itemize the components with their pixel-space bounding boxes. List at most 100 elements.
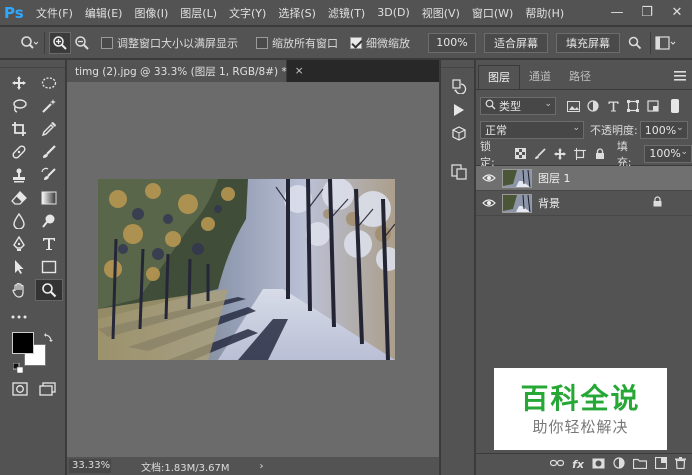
foreground-color-swatch[interactable]: [12, 332, 34, 354]
adjustment-layer-icon[interactable]: [613, 457, 625, 472]
fit-screen-button[interactable]: 适合屏幕: [484, 32, 548, 53]
lock-transparent-icon[interactable]: [512, 145, 530, 163]
minimize-button[interactable]: —: [602, 0, 632, 24]
chevron-down-icon: ⌄: [676, 123, 684, 133]
zoom-level-field[interactable]: 33.33%: [69, 459, 111, 473]
panel-grip[interactable]: [0, 60, 65, 68]
canvas-image[interactable]: [98, 179, 395, 360]
zoom-in-icon[interactable]: [49, 31, 71, 54]
elliptical-marquee-icon[interactable]: [35, 72, 63, 94]
lock-position-icon[interactable]: [551, 145, 569, 163]
eyedropper-icon[interactable]: [35, 118, 63, 140]
layer-row-layer1[interactable]: 图层 1: [476, 166, 692, 191]
link-layers-icon[interactable]: [550, 458, 565, 471]
resize-windows-checkbox[interactable]: 调整窗口大小以满屏显示: [101, 35, 238, 51]
menu-3d[interactable]: 3D(D): [371, 6, 416, 19]
clone-stamp-icon[interactable]: [5, 164, 33, 186]
3d-panel-icon[interactable]: [441, 122, 476, 146]
restore-button[interactable]: ❐: [632, 0, 662, 24]
zoom-100-button[interactable]: 100%: [428, 32, 476, 53]
quick-mask-icon[interactable]: [6, 378, 34, 400]
trash-icon[interactable]: [675, 457, 686, 472]
workspace-switcher-icon[interactable]: [655, 32, 677, 54]
search-icon[interactable]: [624, 32, 646, 54]
default-colors-icon[interactable]: [12, 362, 24, 374]
menu-filter[interactable]: 滤镜(T): [322, 5, 371, 21]
path-selection-icon[interactable]: [5, 256, 33, 278]
scrubby-zoom-checkbox[interactable]: 细微缩放: [350, 35, 410, 51]
properties-panel-icon[interactable]: [441, 160, 476, 184]
fx-icon[interactable]: fx: [572, 458, 584, 471]
fill-input[interactable]: 100% ⌄: [644, 144, 692, 163]
menu-window[interactable]: 窗口(W): [466, 5, 519, 21]
menu-view[interactable]: 视图(V): [416, 5, 466, 21]
close-button[interactable]: ✕: [662, 0, 692, 24]
swap-colors-icon[interactable]: [44, 332, 54, 345]
document-tab[interactable]: timg (2).jpg @ 33.3% (图层 1, RGB/8#) * ×: [67, 60, 304, 82]
tab-layers[interactable]: 图层: [478, 65, 520, 89]
tools-panel: [0, 60, 66, 475]
zoom-out-icon[interactable]: [71, 32, 93, 54]
layer-row-background[interactable]: 背景: [476, 191, 692, 216]
smart-object-filter-icon[interactable]: [644, 97, 662, 115]
rectangle-tool-icon[interactable]: [35, 256, 63, 278]
dodge-tool-icon[interactable]: [35, 210, 63, 232]
hand-tool-icon[interactable]: [5, 279, 33, 301]
menu-select[interactable]: 选择(S): [272, 5, 322, 21]
add-mask-icon[interactable]: [592, 458, 605, 472]
gradient-tool-icon[interactable]: [35, 187, 63, 209]
tab-channels[interactable]: 通道: [520, 65, 560, 89]
layer-name: 背景: [538, 197, 560, 210]
canvas-pasteboard[interactable]: [67, 82, 439, 457]
blend-mode-value: 正常: [485, 124, 507, 137]
lock-pixels-brush-icon[interactable]: [531, 145, 549, 163]
pen-tool-icon[interactable]: [5, 233, 33, 255]
new-group-icon[interactable]: [632, 458, 648, 472]
checkbox-box: [256, 36, 268, 49]
opacity-input[interactable]: 100% ⌄: [639, 121, 688, 139]
menu-file[interactable]: 文件(F): [30, 5, 79, 21]
fill-screen-button[interactable]: 填充屏幕: [556, 32, 620, 53]
eraser-icon[interactable]: [5, 187, 33, 209]
visibility-eye-icon[interactable]: [476, 173, 502, 183]
zoom-tool-preset-icon[interactable]: [18, 32, 40, 54]
menu-help[interactable]: 帮助(H): [519, 5, 570, 21]
history-panel-icon[interactable]: [441, 74, 476, 98]
chevron-down-icon: ⌄: [544, 99, 552, 109]
zoom-all-windows-checkbox[interactable]: 缩放所有窗口: [256, 35, 338, 51]
menu-image[interactable]: 图像(I): [128, 5, 174, 21]
menu-layer[interactable]: 图层(L): [174, 5, 223, 21]
panel-menu-icon[interactable]: [674, 70, 686, 84]
close-tab-icon[interactable]: ×: [295, 65, 304, 77]
visibility-eye-icon[interactable]: [476, 198, 502, 208]
document-size-info[interactable]: 文档:1.83M/3.67M: [141, 459, 230, 474]
type-filter-icon[interactable]: [604, 97, 622, 115]
blur-tool-icon[interactable]: [5, 210, 33, 232]
new-layer-icon[interactable]: [654, 456, 668, 472]
blend-mode-select[interactable]: 正常 ⌄: [480, 121, 584, 139]
panel-grip[interactable]: [441, 60, 474, 68]
lock-artboard-icon[interactable]: [571, 145, 589, 163]
magic-wand-icon[interactable]: [35, 95, 63, 117]
healing-brush-icon[interactable]: [5, 141, 33, 163]
lock-all-icon[interactable]: [591, 145, 609, 163]
lasso-tool-icon[interactable]: [5, 95, 33, 117]
actions-play-icon[interactable]: [441, 98, 476, 122]
status-menu-arrow[interactable]: ›: [260, 461, 264, 472]
menu-type[interactable]: 文字(Y): [223, 5, 272, 21]
zoom-tool-icon[interactable]: [35, 279, 63, 301]
move-tool-icon[interactable]: [5, 72, 33, 94]
filter-toggle[interactable]: [666, 97, 684, 115]
menu-edit[interactable]: 编辑(E): [79, 5, 129, 21]
brush-tool-icon[interactable]: [35, 141, 63, 163]
type-tool-icon[interactable]: [35, 233, 63, 255]
pixel-filter-icon[interactable]: [564, 97, 582, 115]
adjustment-filter-icon[interactable]: [584, 97, 602, 115]
shape-filter-icon[interactable]: [624, 97, 642, 115]
kind-filter-select[interactable]: 类型 ⌄: [480, 97, 556, 115]
screen-mode-icon[interactable]: [34, 378, 62, 400]
tab-paths[interactable]: 路径: [560, 65, 600, 89]
crop-tool-icon[interactable]: [5, 118, 33, 140]
more-tools-icon[interactable]: [5, 306, 33, 328]
history-brush-icon[interactable]: [35, 164, 63, 186]
